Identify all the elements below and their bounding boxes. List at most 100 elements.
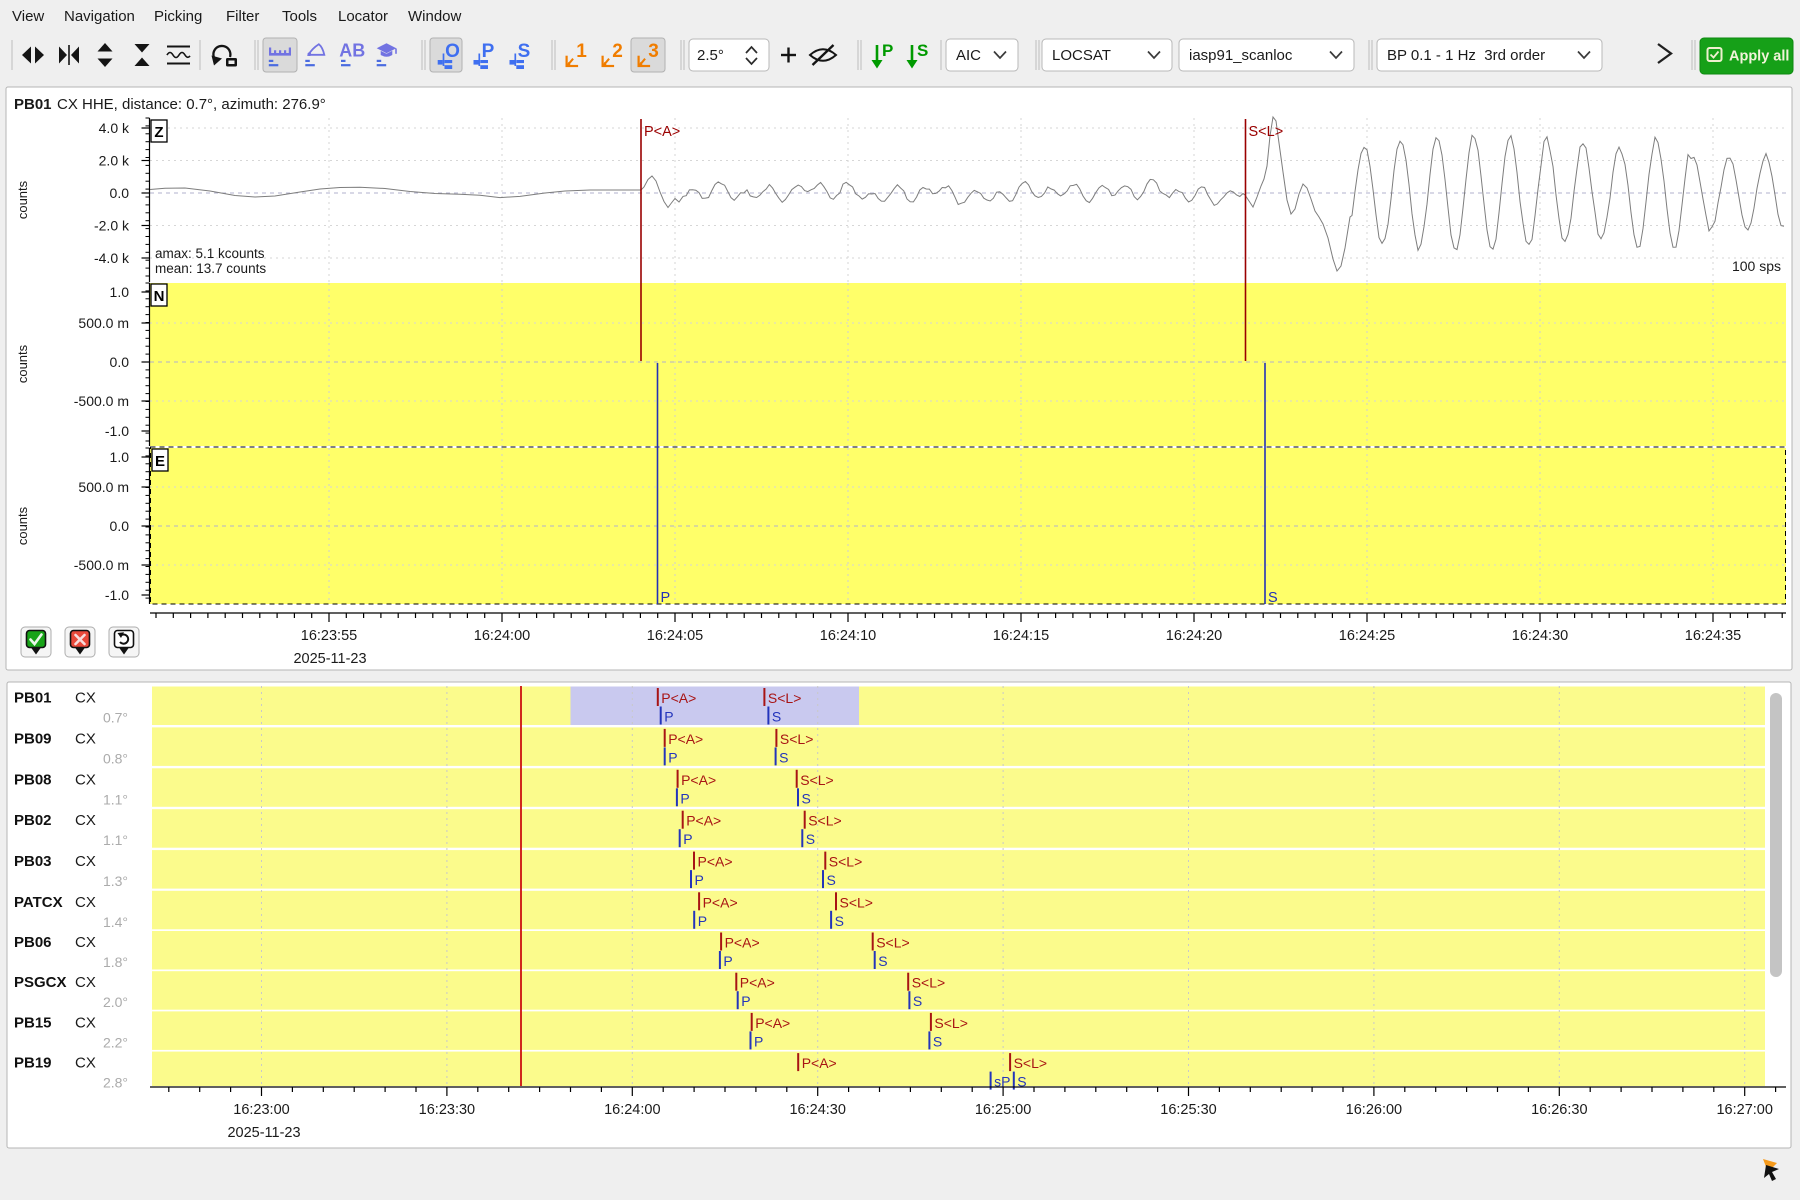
svg-text:2.5°: 2.5°: [697, 47, 724, 64]
svg-text:S: S: [827, 872, 836, 888]
svg-text:AIC: AIC: [956, 47, 981, 64]
svg-text:S: S: [806, 831, 815, 847]
svg-text:iasp91_scanloc: iasp91_scanloc: [1189, 47, 1293, 64]
svg-text:16:25:00: 16:25:00: [975, 1102, 1031, 1118]
svg-text:P: P: [882, 41, 893, 60]
svg-text:P<A>: P<A>: [644, 124, 680, 140]
svg-text:S: S: [913, 993, 922, 1009]
svg-text:PB15: PB15: [14, 1014, 52, 1031]
svg-text:CX: CX: [75, 1055, 96, 1072]
svg-text:S: S: [802, 790, 811, 806]
svg-text:S: S: [878, 953, 887, 969]
svg-text:P: P: [754, 1033, 763, 1049]
svg-text:Apply all: Apply all: [1729, 49, 1789, 65]
svg-text:P<A>: P<A>: [686, 813, 721, 829]
svg-text:PB09: PB09: [14, 730, 52, 747]
svg-text:Picking: Picking: [154, 8, 202, 25]
svg-text:16:24:30: 16:24:30: [1512, 628, 1568, 644]
svg-text:S: S: [518, 41, 531, 62]
svg-text:P<A>: P<A>: [725, 935, 760, 951]
svg-text:0.8°: 0.8°: [103, 750, 128, 766]
svg-text:4.0 k: 4.0 k: [99, 120, 130, 136]
svg-text:S: S: [835, 913, 844, 929]
svg-text:P: P: [695, 872, 704, 888]
svg-text:16:24:35: 16:24:35: [1685, 628, 1741, 644]
svg-text:16:24:00: 16:24:00: [474, 628, 530, 644]
svg-text:counts: counts: [15, 180, 30, 219]
svg-text:CX: CX: [75, 812, 96, 829]
svg-text:counts: counts: [15, 506, 30, 545]
svg-text:S<L>: S<L>: [876, 935, 909, 951]
svg-text:2.0 k: 2.0 k: [99, 153, 130, 169]
svg-text:Locator: Locator: [338, 8, 388, 25]
svg-text:mean: 13.7 counts: mean: 13.7 counts: [155, 261, 266, 276]
svg-text:CX: CX: [75, 853, 96, 870]
svg-text:N: N: [154, 288, 165, 305]
svg-text:16:24:15: 16:24:15: [993, 628, 1049, 644]
svg-text:Z: Z: [154, 124, 163, 141]
svg-text:-1.0: -1.0: [105, 423, 129, 439]
svg-text:CX: CX: [75, 771, 96, 788]
svg-text:PB03: PB03: [14, 853, 52, 870]
svg-text:-500.0 m: -500.0 m: [74, 557, 129, 573]
svg-text:CX: CX: [75, 1014, 96, 1031]
svg-text:500.0 m: 500.0 m: [78, 479, 129, 495]
svg-text:P: P: [680, 790, 689, 806]
svg-text:16:24:05: 16:24:05: [647, 628, 703, 644]
svg-text:PB01CXHHE, distance: 0.7°, azi: PB01CXHHE, distance: 0.7°, azimuth: 276.…: [14, 96, 326, 113]
svg-text:S<L>: S<L>: [1014, 1055, 1047, 1071]
svg-text:2025-11-23: 2025-11-23: [227, 1125, 300, 1141]
svg-text:16:27:00: 16:27:00: [1716, 1102, 1772, 1118]
svg-text:S<L>: S<L>: [780, 731, 813, 747]
svg-text:S<L>: S<L>: [768, 690, 801, 706]
svg-text:16:24:25: 16:24:25: [1339, 628, 1395, 644]
svg-text:16:24:20: 16:24:20: [1166, 628, 1222, 644]
svg-text:P: P: [698, 913, 707, 929]
svg-text:P<A>: P<A>: [668, 731, 703, 747]
svg-text:S<L>: S<L>: [840, 894, 873, 910]
svg-text:P<A>: P<A>: [681, 772, 716, 788]
svg-text:1.3°: 1.3°: [103, 873, 128, 889]
svg-text:Tools: Tools: [282, 8, 317, 25]
svg-text:P<A>: P<A>: [802, 1055, 837, 1071]
svg-text:PB06: PB06: [14, 934, 52, 951]
svg-text:-2.0 k: -2.0 k: [94, 218, 130, 234]
svg-text:CX: CX: [75, 894, 96, 911]
svg-text:Navigation: Navigation: [64, 8, 135, 25]
svg-text:PATCX: PATCX: [14, 894, 63, 911]
svg-text:16:23:30: 16:23:30: [419, 1102, 475, 1118]
svg-text:0.7°: 0.7°: [103, 710, 128, 726]
svg-text:1.1°: 1.1°: [103, 791, 128, 807]
svg-text:16:26:30: 16:26:30: [1531, 1102, 1587, 1118]
svg-text:16:25:30: 16:25:30: [1160, 1102, 1216, 1118]
svg-text:BP 0.1 - 1 Hz 3rd order: BP 0.1 - 1 Hz 3rd order: [1387, 47, 1545, 64]
svg-text:P<A>: P<A>: [755, 1015, 790, 1031]
svg-text:1.1°: 1.1°: [103, 832, 128, 848]
svg-text:CX: CX: [75, 690, 96, 707]
svg-text:S: S: [1268, 590, 1278, 606]
svg-text:0.0: 0.0: [110, 185, 130, 201]
svg-text:P<A>: P<A>: [698, 854, 733, 870]
svg-text:P: P: [661, 590, 671, 606]
svg-text:S<L>: S<L>: [1249, 124, 1284, 140]
svg-text:16:26:00: 16:26:00: [1346, 1102, 1402, 1118]
svg-text:E: E: [155, 453, 165, 470]
svg-text:Window: Window: [408, 8, 462, 25]
svg-text:counts: counts: [15, 344, 30, 383]
svg-text:-500.0 m: -500.0 m: [74, 393, 129, 409]
svg-text:S<L>: S<L>: [800, 772, 833, 788]
svg-text:View: View: [12, 8, 44, 25]
svg-text:amax: 5.1 kcounts: amax: 5.1 kcounts: [155, 246, 265, 261]
svg-text:S<L>: S<L>: [808, 813, 841, 829]
svg-text:P<A>: P<A>: [703, 894, 738, 910]
svg-text:PSGCX: PSGCX: [14, 974, 67, 991]
svg-text:16:24:00: 16:24:00: [604, 1102, 660, 1118]
svg-text:S: S: [933, 1033, 942, 1049]
svg-text:1.0: 1.0: [110, 284, 130, 300]
svg-text:AB: AB: [339, 41, 365, 61]
svg-text:P: P: [482, 41, 495, 62]
svg-text:LOCSAT: LOCSAT: [1052, 47, 1111, 64]
svg-text:O: O: [445, 41, 460, 62]
svg-text:S<L>: S<L>: [934, 1015, 967, 1031]
svg-text:1.0: 1.0: [110, 449, 130, 465]
